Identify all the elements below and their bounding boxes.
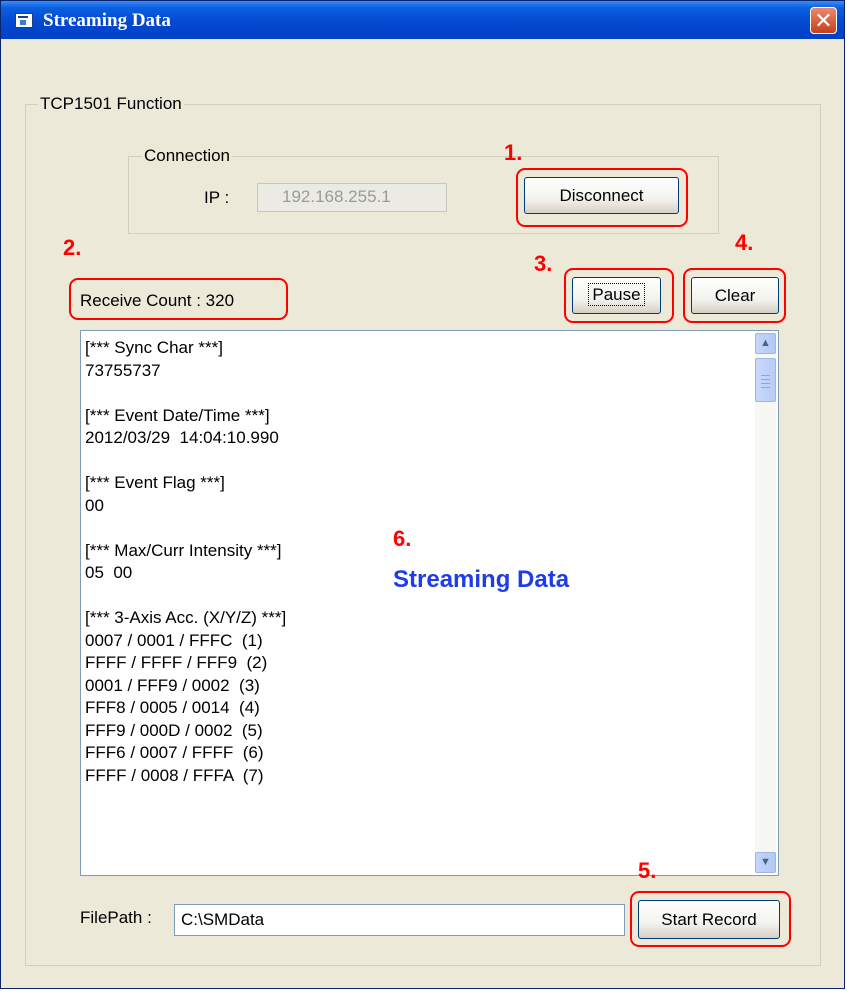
connection-label: Connection <box>142 146 233 166</box>
annotation-number-5: 5. <box>638 858 657 883</box>
scroll-thumb[interactable] <box>755 358 776 402</box>
stream-line: 0001 / FFF9 / 0002 (3) <box>85 675 260 695</box>
stream-line: [*** Event Date/Time ***] <box>85 405 270 425</box>
filepath-label: FilePath : <box>80 908 152 927</box>
streaming-data-annotation: Streaming Data <box>393 566 570 593</box>
stream-line: 05 00 <box>85 563 133 582</box>
stream-line: FFF8 / 0005 / 0014 (4) <box>85 698 260 717</box>
stream-line: FFFF / FFFF / FFF9 (2) <box>85 653 268 672</box>
annotation-number-6: 6. <box>393 526 412 551</box>
scroll-down-arrow-icon[interactable]: ▼ <box>755 852 776 873</box>
stream-line: 00 <box>85 495 104 515</box>
ip-label: IP : <box>204 188 230 207</box>
annotation-box-1 <box>516 168 688 227</box>
annotation-number-4: 4. <box>735 230 754 255</box>
annotation-number-2: 2. <box>63 235 82 260</box>
annotation-box-2 <box>69 278 288 320</box>
stream-line: [*** Sync Char ***] <box>85 338 223 357</box>
tcp1501-function-label: TCP1501 Function <box>38 94 184 114</box>
stream-data-listbox[interactable]: [*** Sync Char ***] 73755737 [*** Event Da… <box>80 330 779 876</box>
window-icon <box>15 13 33 28</box>
annotation-box-4 <box>683 268 786 323</box>
close-icon: ✕ <box>814 8 833 33</box>
scroll-up-arrow-icon[interactable]: ▲ <box>755 333 776 354</box>
title-bar[interactable]: Streaming Data ✕ <box>1 1 844 39</box>
streaming-data-window: Streaming Data ✕ TCP1501 Function Connec… <box>0 0 845 989</box>
stream-line: 2012/03/29 14:04:10.990 <box>85 428 279 447</box>
stream-line: FFFF / 0008 / FFFA (7) <box>85 765 264 785</box>
window-title: Streaming Data <box>43 10 171 31</box>
stream-line: FFF6 / 0007 / FFFF (6) <box>85 743 264 762</box>
ip-address-field[interactable]: 192.168.255.1 <box>257 183 447 212</box>
annotation-box-3 <box>564 268 674 323</box>
vertical-scrollbar[interactable]: ▲ ▼ <box>755 333 776 873</box>
annotation-box-5 <box>630 891 791 947</box>
stream-line: FFF9 / 000D / 0002 (5) <box>85 720 263 740</box>
close-button[interactable]: ✕ <box>810 7 837 34</box>
annotation-number-1: 1. <box>504 140 523 165</box>
filepath-input[interactable]: C:\SMData <box>174 904 625 936</box>
stream-line: [*** Event Flag ***] <box>85 473 225 492</box>
stream-line: [*** 3-Axis Acc. (X/Y/Z) ***] <box>85 608 287 627</box>
stream-line: 0007 / 0001 / FFFC (1) <box>85 630 263 650</box>
annotation-number-3: 3. <box>534 251 553 276</box>
stream-line: [*** Max/Curr Intensity ***] <box>85 540 282 560</box>
stream-line: 73755737 <box>85 360 161 380</box>
